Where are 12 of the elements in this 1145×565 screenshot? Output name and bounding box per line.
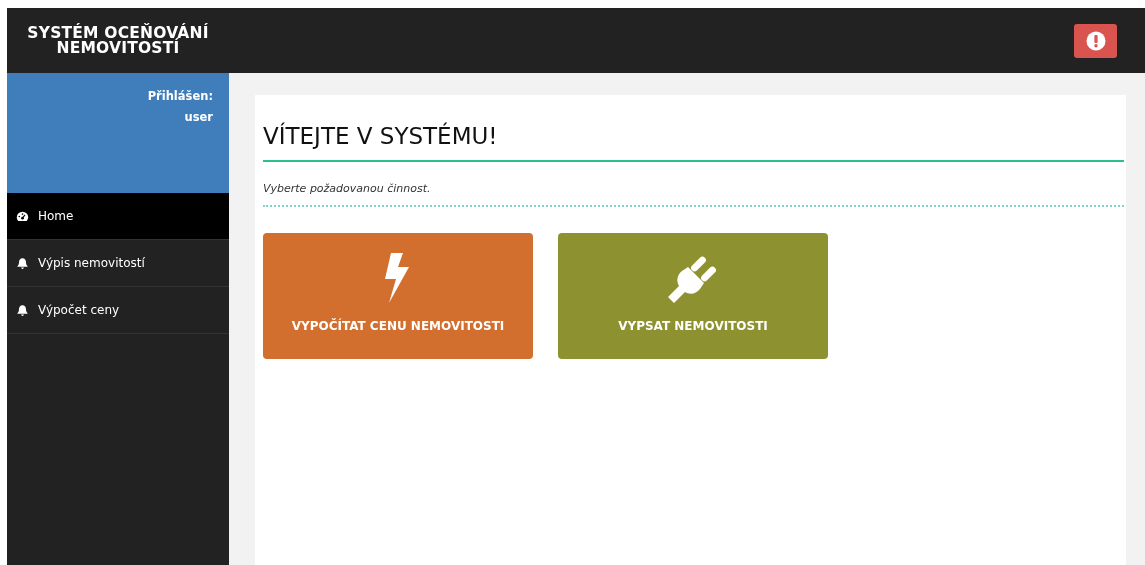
username: user	[184, 110, 213, 124]
page-heading: VÍTEJTE V SYSTÉMU!	[263, 123, 1124, 162]
alert-icon	[1085, 30, 1106, 51]
alert-button[interactable]	[1074, 23, 1117, 58]
dashboard-icon	[16, 209, 29, 223]
page-subtitle: Vyberte požadovanou činnost.	[263, 162, 1124, 207]
plug-icon	[668, 253, 718, 303]
bell-icon	[16, 303, 29, 317]
bell-icon	[16, 256, 29, 270]
sidebar-item[interactable]: Home	[7, 193, 229, 240]
app-title: SYSTÉM OCEŇOVÁNÍ NEMOVITOSTÍ	[26, 25, 210, 56]
logged-in-label: Přihlášen:	[147, 89, 213, 103]
